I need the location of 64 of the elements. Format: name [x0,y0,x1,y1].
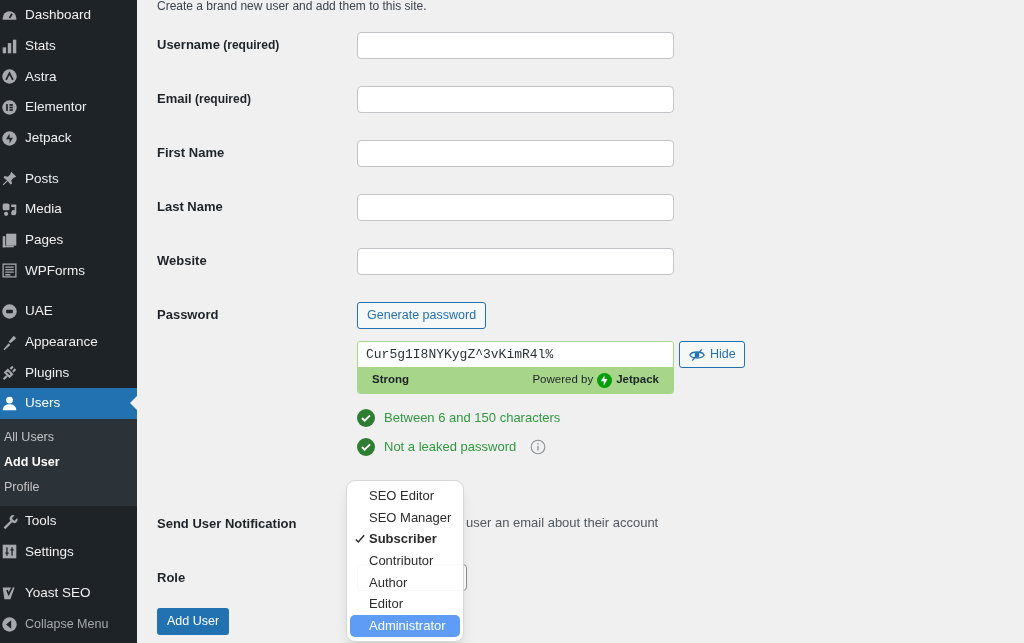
strength-label: Strong [372,372,410,388]
info-icon[interactable] [530,439,547,455]
password-value: Cur5g1I8NYKygZ^3vKimR4l% [358,342,673,367]
collapse-menu-button[interactable]: Collapse Menu [0,609,137,639]
bar-chart-icon [1,37,18,55]
sidebar-item[interactable]: Elementor [0,92,137,123]
input-field[interactable] [357,139,674,167]
sidebar-item[interactable]: Users [0,388,137,419]
brush-icon [1,333,18,351]
hide-password-button[interactable]: Hide [679,341,745,368]
dropdown-option[interactable]: SEO Editor [350,485,460,507]
powered-by-label: Powered by [532,372,594,388]
sidebar-item[interactable]: Yoast SEO [0,577,137,608]
sidebar-item[interactable]: Stats [0,30,137,62]
sidebar-item[interactable]: Tools [0,505,137,537]
sidebar-item[interactable]: Posts [0,163,137,195]
sidebar-item[interactable]: Settings [0,536,137,568]
generate-password-button[interactable]: Generate password [357,301,487,329]
wrench-icon [1,512,18,530]
input-field[interactable] [357,85,674,113]
sidebar-item[interactable]: WPForms [0,255,137,287]
sidebar-item[interactable]: Dashboard [0,0,137,31]
person-icon [1,395,18,413]
sidebar-item[interactable]: Appearance [0,326,137,358]
input-field[interactable] [357,31,674,59]
form-icon [1,262,18,280]
eye-slash-icon [688,346,706,363]
check-text: Between 6 and 150 characters [384,409,561,428]
notification-text: user an email about their account [466,514,659,533]
check-text: Not a leaked password [384,438,517,457]
dropdown-option[interactable]: Editor [350,593,460,616]
sidebar-item[interactable]: Jetpack [0,122,137,154]
dropdown-option[interactable]: Subscriber [350,528,460,551]
field-label: Password [157,306,219,325]
intro-text: Create a brand new user and add them to this site. [157,0,428,15]
input-field[interactable] [357,247,674,275]
plug-icon [1,364,18,382]
submenu-item[interactable]: Add User [0,449,137,475]
submenu-item[interactable]: Profile [0,474,137,500]
password-field[interactable]: Cur5g1I8NYKygZ^3vKimR4l% Strong Powered by Jetpack [357,341,674,394]
sidebar-item[interactable]: Astra [0,61,137,93]
input-field[interactable] [357,193,674,221]
field-label: Username (required) [157,36,281,55]
field-label: First Name [157,144,226,163]
pin-icon [1,170,18,188]
bolt-logo-icon [597,372,613,388]
field-label: Role [157,570,186,585]
field-label: Last Name [157,198,224,217]
checkmark-icon [355,534,365,545]
sidebar-item[interactable]: UAE [0,296,137,327]
dropdown-option[interactable]: SEO Manager [350,506,460,529]
pages-icon [1,231,18,249]
field-label: Send User Notification [157,516,297,531]
sidebar-item[interactable]: Plugins [0,357,137,389]
field-label: Website [157,252,208,271]
menu-pointer-icon [130,396,137,411]
brand-name: Jetpack [616,372,659,388]
field-label: Email (required) [157,90,253,109]
submenu-item[interactable]: All Users [0,424,137,450]
sidebar-item[interactable]: Media [0,194,137,225]
dropdown-option[interactable]: Author [350,571,460,594]
dropdown-option[interactable]: Contributor [350,550,460,572]
sidebar-item[interactable]: Pages [0,224,137,256]
add-user-button[interactable]: Add User [157,608,230,635]
